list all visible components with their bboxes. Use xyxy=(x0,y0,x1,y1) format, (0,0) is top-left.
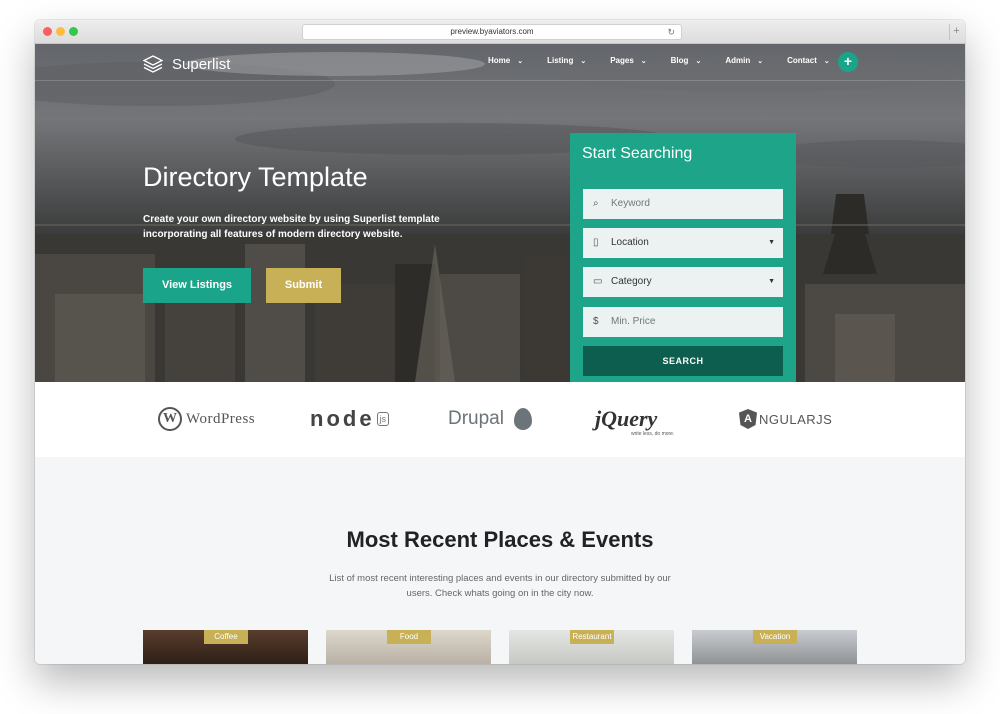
category-badge: Restaurant xyxy=(570,630,614,644)
location-value: Location xyxy=(611,237,649,248)
layers-icon xyxy=(143,55,163,73)
node-badge: js xyxy=(376,412,390,426)
nav-item-pages[interactable]: Pages ⌄ xyxy=(610,56,646,65)
caret-down-icon: ▼ xyxy=(768,278,775,285)
category-badge: Coffee xyxy=(204,630,248,644)
search-icon: ⌕ xyxy=(593,198,599,209)
chevron-down-icon: ⌄ xyxy=(695,57,702,65)
min-price-placeholder: Min. Price xyxy=(611,316,656,327)
nav-label: Listing xyxy=(547,56,574,65)
nav-item-blog[interactable]: Blog ⌄ xyxy=(671,56,702,65)
add-listing-button[interactable]: + xyxy=(838,52,858,72)
wordpress-text: WordPress xyxy=(186,410,256,427)
brand-name: Superlist xyxy=(172,55,231,73)
chevron-down-icon: ⌄ xyxy=(823,57,830,65)
keyword-placeholder: Keyword xyxy=(611,198,650,209)
minimize-window-button[interactable] xyxy=(56,27,65,36)
node-text: node xyxy=(310,406,375,431)
close-window-button[interactable] xyxy=(43,27,52,36)
chevron-down-icon: ⌄ xyxy=(640,57,647,65)
reload-icon[interactable]: ↻ xyxy=(667,25,675,39)
angular-shield-icon: A xyxy=(739,409,757,429)
angularjs-logo: A NGULARJS xyxy=(739,404,832,434)
angular-text: NGULARJS xyxy=(759,411,833,427)
place-card[interactable]: Vacation xyxy=(692,630,857,664)
tech-logos-strip: W WordPress node js Drupal jQuery write … xyxy=(35,382,965,457)
jquery-logo: jQuery write less, do more. xyxy=(595,404,674,437)
maximize-window-button[interactable] xyxy=(69,27,78,36)
section-title: Most Recent Places & Events xyxy=(346,527,654,552)
chevron-down-icon: ⌄ xyxy=(757,57,764,65)
nav-item-listing[interactable]: Listing ⌄ xyxy=(547,56,586,65)
category-value: Category xyxy=(611,276,652,287)
wordpress-logo: W WordPress xyxy=(158,404,255,434)
drupal-text: Drupal xyxy=(448,408,504,429)
map-icon: ▯ xyxy=(593,237,599,248)
nav-label: Home xyxy=(488,56,511,65)
browser-titlebar: preview.byaviators.com ↻ + xyxy=(35,20,965,44)
chevron-down-icon: ⌄ xyxy=(580,57,587,65)
jquery-text: jQuery xyxy=(595,406,658,431)
url-text: preview.byaviators.com xyxy=(450,27,534,36)
caret-down-icon: ▼ xyxy=(768,239,775,246)
place-card[interactable]: Coffee xyxy=(143,630,308,664)
chevron-down-icon: ⌄ xyxy=(517,57,524,65)
nodejs-logo: node js xyxy=(310,404,390,434)
nav-label: Admin xyxy=(725,56,751,65)
nav-item-home[interactable]: Home ⌄ xyxy=(488,56,523,65)
min-price-input[interactable]: $ Min. Price xyxy=(583,307,783,337)
recent-places-section: Most Recent Places & Events List of most… xyxy=(35,457,965,664)
place-card[interactable]: Food xyxy=(326,630,491,664)
category-badge: Food xyxy=(387,630,431,644)
search-button[interactable]: SEARCH xyxy=(583,346,783,376)
wordpress-icon: W xyxy=(158,407,182,431)
nav-item-contact[interactable]: Contact ⌄ xyxy=(787,56,830,65)
brand-logo[interactable]: Superlist xyxy=(143,54,230,74)
new-tab-button[interactable]: + xyxy=(949,24,963,40)
hero-subtitle: Create your own directory website by usi… xyxy=(143,214,440,240)
dollar-icon: $ xyxy=(593,316,599,327)
folder-icon: ▭ xyxy=(593,276,603,287)
place-card[interactable]: Restaurant xyxy=(509,630,674,664)
hero-section: Superlist Home ⌄ Listing ⌄ Pages ⌄ Blog ⌄ Ad… xyxy=(35,44,965,382)
keyword-input[interactable]: ⌕ Keyword xyxy=(583,189,783,219)
search-panel: Start Searching ⌕ Keyword ▯ Location ▼ ▭… xyxy=(570,133,796,382)
drupal-drop-icon xyxy=(513,408,532,430)
category-select[interactable]: ▭ Category ▼ xyxy=(583,267,783,297)
nav-item-admin[interactable]: Admin ⌄ xyxy=(725,56,763,65)
nav-divider xyxy=(35,80,965,81)
view-listings-button[interactable]: View Listings xyxy=(143,268,251,303)
address-bar[interactable]: preview.byaviators.com ↻ xyxy=(302,24,682,40)
search-panel-title: Start Searching xyxy=(582,145,693,162)
nav-label: Pages xyxy=(610,56,634,65)
jquery-tagline: write less, do more. xyxy=(631,431,675,437)
main-nav: Home ⌄ Listing ⌄ Pages ⌄ Blog ⌄ Admin ⌄ Conta… xyxy=(488,56,854,65)
submit-button[interactable]: Submit xyxy=(266,268,341,303)
section-description: List of most recent interesting places a… xyxy=(329,573,671,599)
nav-label: Blog xyxy=(670,56,689,65)
drupal-logo: Drupal xyxy=(448,404,532,434)
browser-window: preview.byaviators.com ↻ + Superlist Hom… xyxy=(35,20,965,664)
category-badge: Vacation xyxy=(753,630,797,644)
hero-title: Directory Template xyxy=(143,162,368,192)
nav-label: Contact xyxy=(787,56,817,65)
location-select[interactable]: ▯ Location ▼ xyxy=(583,228,783,258)
